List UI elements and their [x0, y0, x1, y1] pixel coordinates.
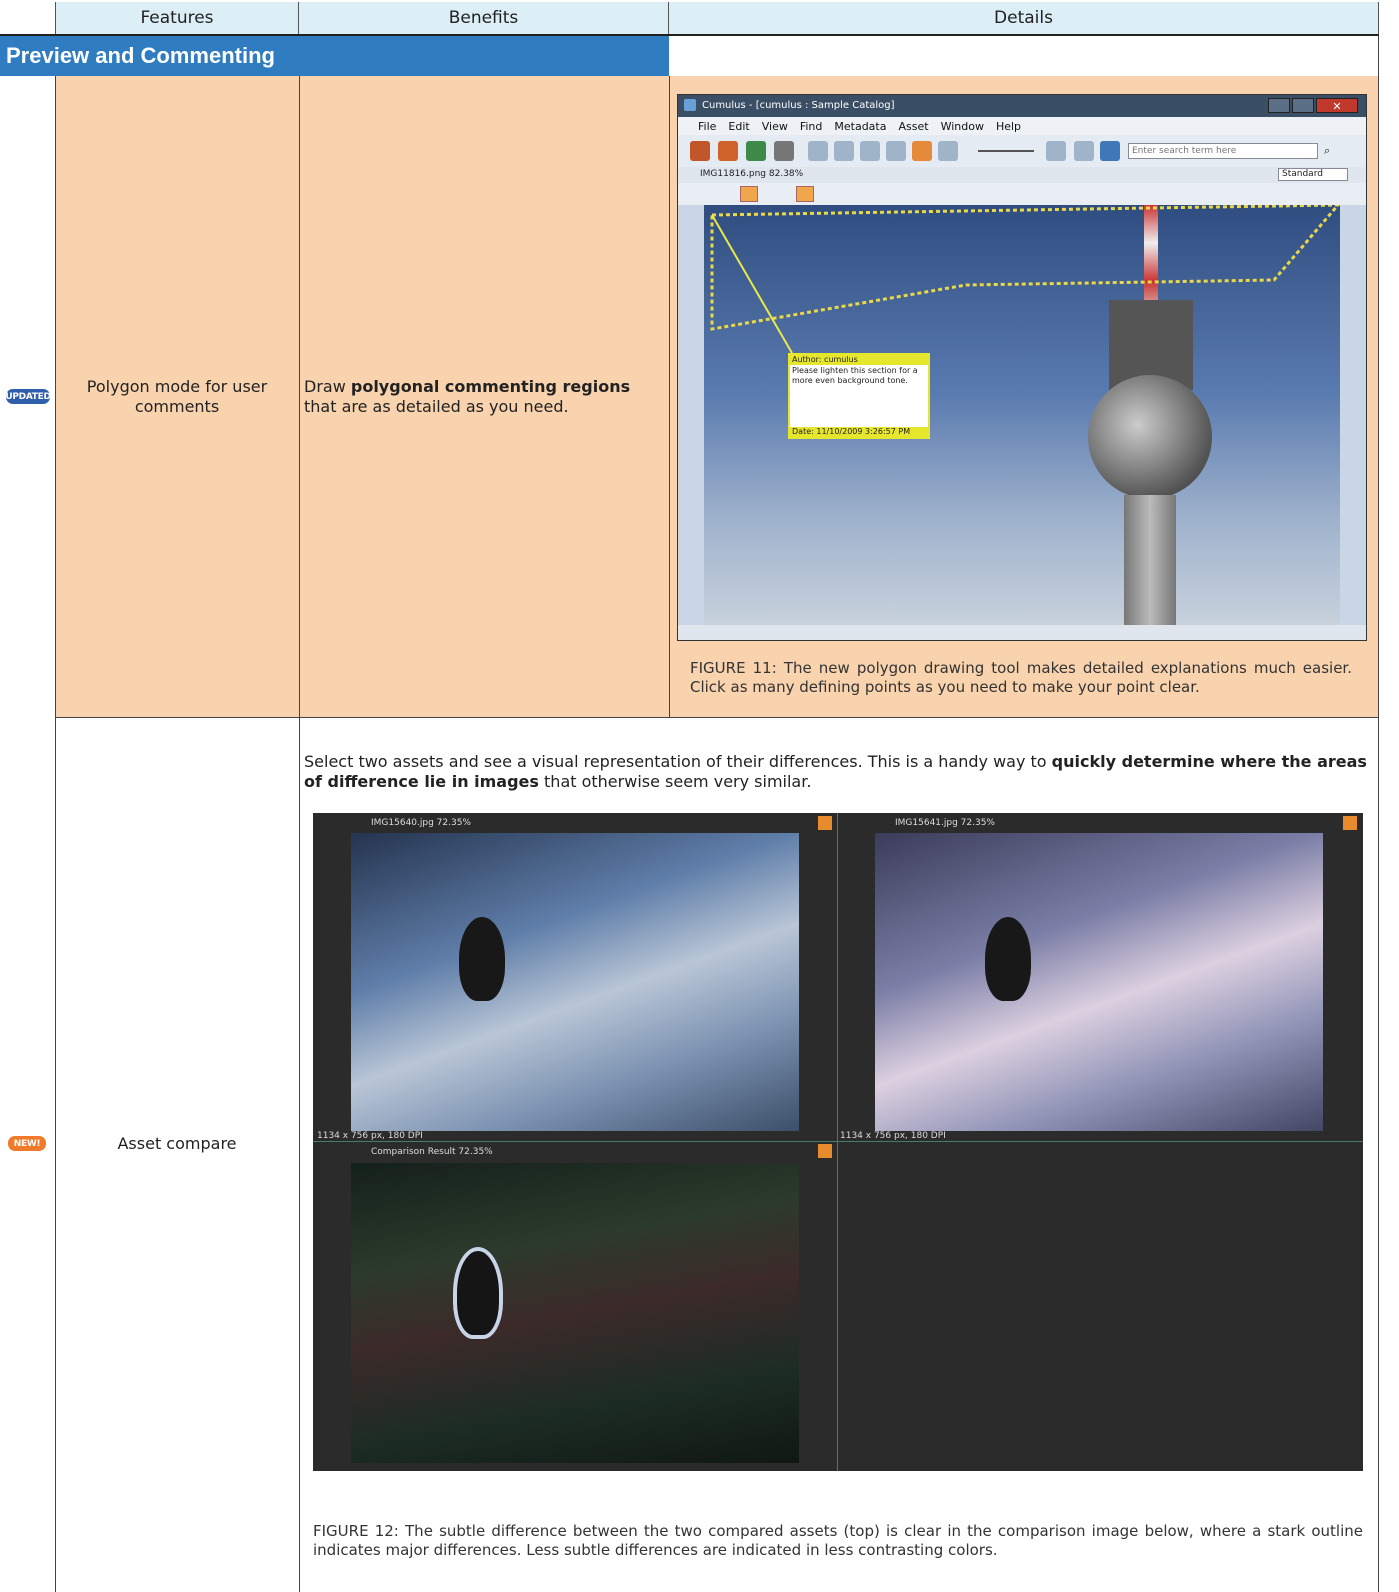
list-view-icon[interactable] [834, 141, 854, 161]
maximize-button[interactable] [1292, 98, 1314, 113]
menu-edit[interactable]: Edit [728, 120, 749, 133]
comparison-result-label: Comparison Result 72.35% [371, 1147, 493, 1157]
feature-asset-compare: Asset compare [117, 1134, 237, 1153]
minimize-button[interactable] [1268, 98, 1290, 113]
edit-icon[interactable] [818, 816, 832, 830]
view-select[interactable]: Standard [1278, 168, 1348, 181]
trash-icon[interactable] [774, 141, 794, 161]
edit-icon[interactable] [1343, 816, 1357, 830]
bird-silhouette [459, 917, 505, 1001]
thumbnail-icon[interactable] [938, 141, 958, 161]
menu-find[interactable]: Find [800, 120, 823, 133]
menu-window[interactable]: Window [941, 120, 984, 133]
note-date: Date: 11/10/2009 3:26:57 PM [790, 427, 928, 437]
window-title: Cumulus - [cumulus : Sample Catalog] [702, 100, 895, 111]
menu-metadata[interactable]: Metadata [834, 120, 886, 133]
polygon-tool-icon[interactable] [740, 186, 758, 202]
panel-divider [837, 813, 838, 1471]
grid-line [1378, 36, 1379, 1592]
grid-line [55, 76, 56, 1592]
zoom-slider[interactable] [978, 150, 1034, 152]
right-asset-info: 1134 x 756 px, 180 DPI [840, 1131, 946, 1141]
panel-icon[interactable] [1046, 141, 1066, 161]
edit-icon[interactable] [818, 1144, 832, 1158]
feature-polygon-mode: Polygon mode for user comments [86, 377, 268, 416]
details-asset-compare: Select two assets and see a visual repre… [304, 752, 1367, 791]
grid-view-icon[interactable] [808, 141, 828, 161]
note-text: Please lighten this section for a more e… [792, 366, 918, 385]
comment-tool-icon[interactable] [796, 186, 814, 202]
menu-file[interactable]: File [698, 120, 716, 133]
menu-bar: File Edit View Find Metadata Asset Windo… [678, 117, 1366, 135]
menu-asset[interactable]: Asset [898, 120, 928, 133]
section-title: Preview and Commenting [0, 36, 669, 76]
right-asset-image [875, 833, 1323, 1131]
figure-11-caption: FIGURE 11: The new polygon drawing tool … [690, 659, 1352, 696]
status-bar [678, 625, 1366, 640]
file-label: IMG11816.png 82.38% [700, 169, 804, 179]
asset-compare-view: IMG15640.jpg 72.35% IMG15641.jpg 72.35% … [313, 813, 1363, 1471]
updated-badge: UPDATED [5, 389, 51, 404]
panel-divider [313, 1141, 1363, 1142]
header-details: Details [669, 2, 1379, 34]
search-icon[interactable]: ⌕ [1324, 144, 1330, 158]
search-input[interactable] [1128, 143, 1318, 159]
figure-12-caption: FIGURE 12: The subtle difference between… [313, 1522, 1363, 1559]
header-features: Features [55, 2, 299, 34]
info-icon[interactable] [886, 141, 906, 161]
comparison-result-image [351, 1163, 799, 1463]
right-asset-label: IMG15641.jpg 72.35% [895, 818, 995, 828]
grid-line [669, 76, 670, 717]
app-icon [684, 99, 696, 111]
image-icon[interactable] [1074, 141, 1094, 161]
close-button[interactable]: ✕ [1316, 98, 1358, 113]
left-asset-image [351, 833, 799, 1131]
new-badge: NEW! [8, 1136, 46, 1151]
toolbar: ⌕ [678, 135, 1366, 167]
note-author: Author: cumulus [790, 355, 928, 365]
collection-icon[interactable] [718, 141, 738, 161]
window-titlebar: Cumulus - [cumulus : Sample Catalog] ✕ [678, 95, 1366, 117]
benefit-polygon-mode: Draw polygonal commenting regions that a… [304, 377, 631, 416]
preview-icon[interactable] [912, 141, 932, 161]
cumulus-window: Cumulus - [cumulus : Sample Catalog] ✕ F… [677, 94, 1367, 641]
grid-line [299, 76, 300, 1592]
file-bar: IMG11816.png 82.38% Standard [678, 167, 1366, 183]
sync-icon[interactable] [1100, 141, 1120, 161]
refresh-icon[interactable] [746, 141, 766, 161]
comment-note[interactable]: Author: cumulus Please lighten this sect… [788, 353, 930, 439]
catalog-icon[interactable] [690, 141, 710, 161]
left-asset-label: IMG15640.jpg 72.35% [371, 818, 471, 828]
tool-bar [678, 183, 1366, 205]
row-divider [55, 717, 1378, 718]
menu-view[interactable]: View [762, 120, 788, 133]
header-benefits: Benefits [299, 2, 669, 34]
difference-outline [453, 1247, 503, 1339]
menu-help[interactable]: Help [996, 120, 1021, 133]
left-asset-info: 1134 x 756 px, 180 DPI [317, 1131, 423, 1141]
detail-view-icon[interactable] [860, 141, 880, 161]
bird-silhouette [985, 917, 1031, 1001]
